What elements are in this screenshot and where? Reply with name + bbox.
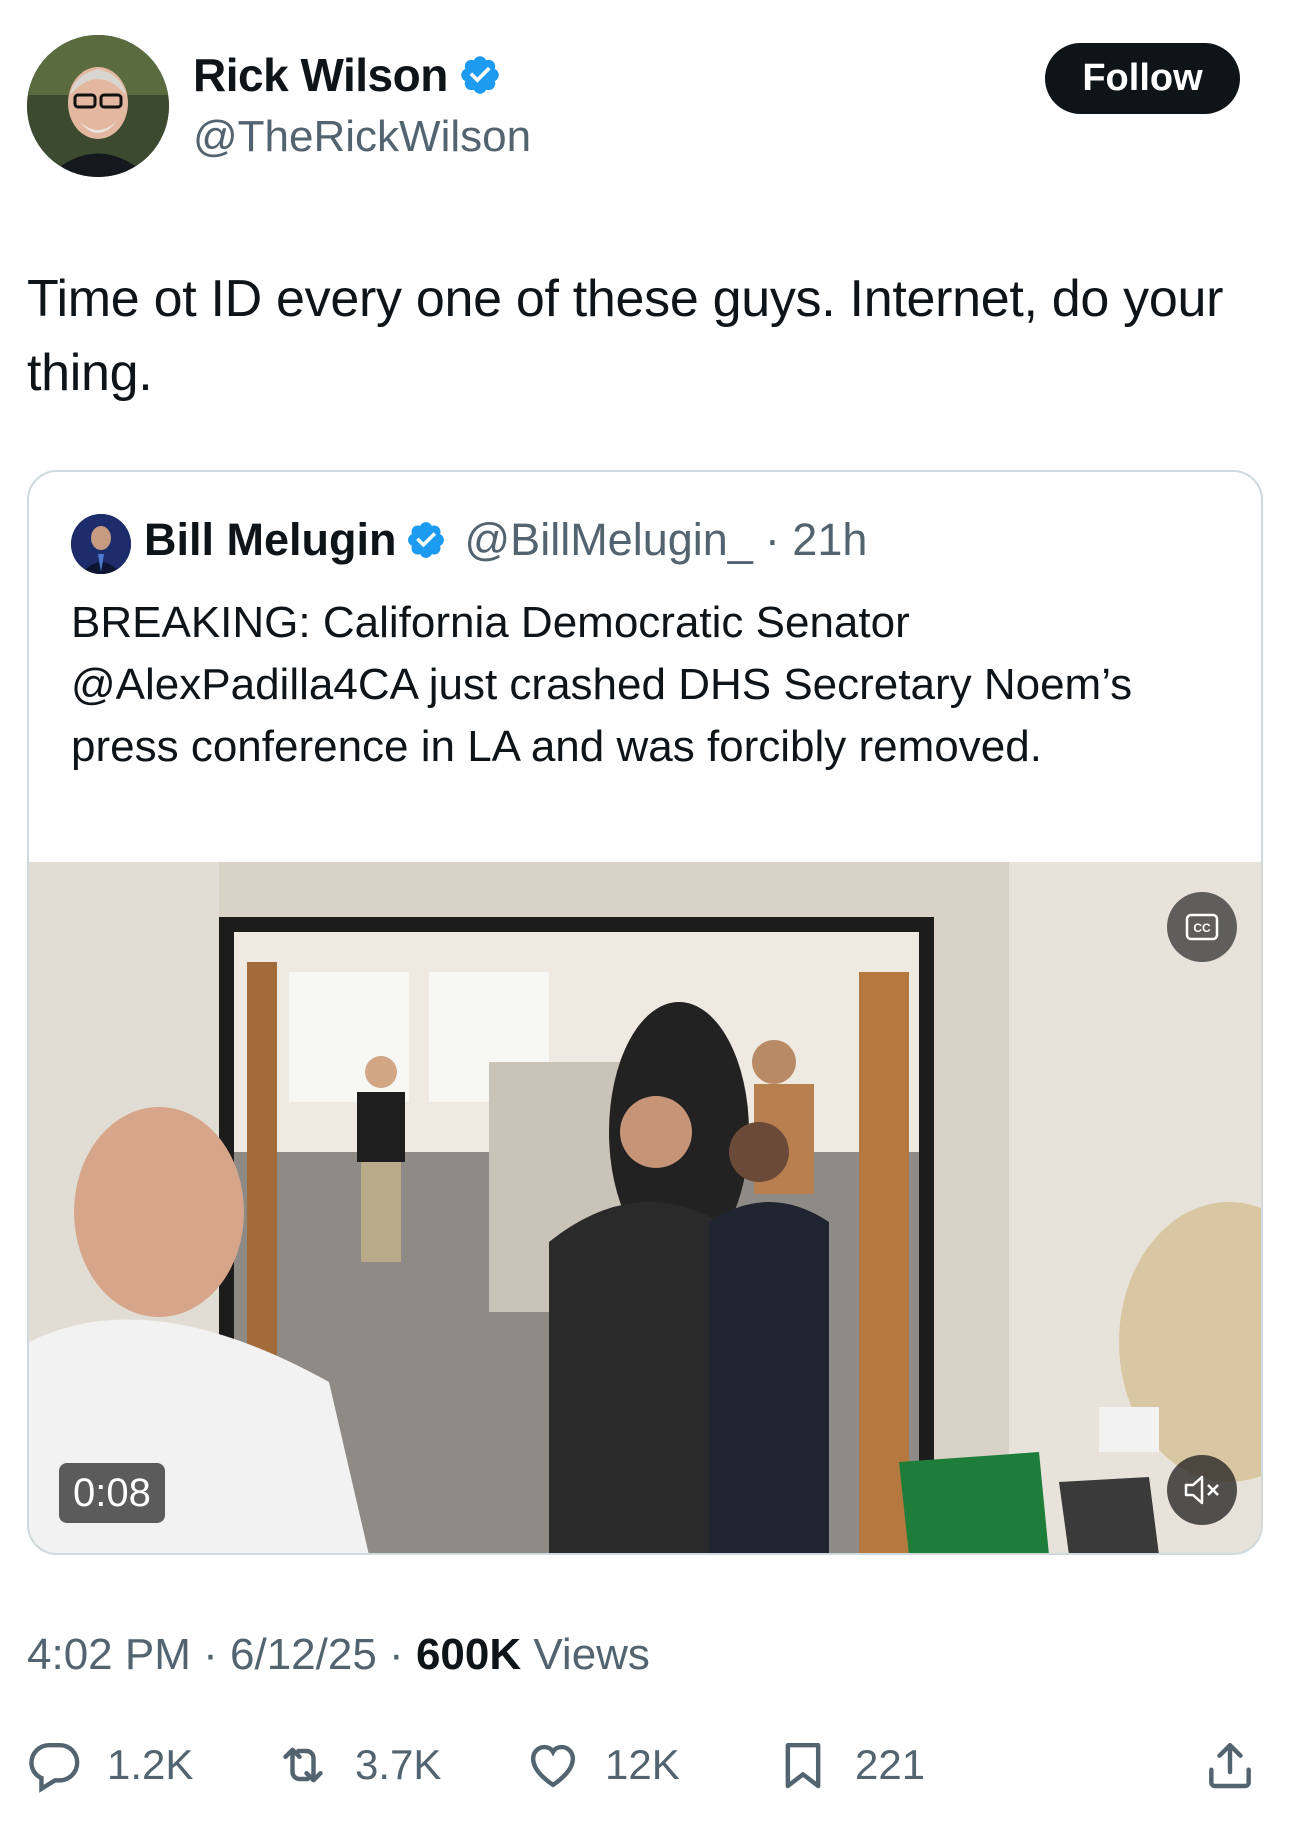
author-avatar[interactable] [27, 35, 169, 177]
quoted-tweet-card[interactable]: Bill Melugin @BillMelugin_ · 21h BREAKIN… [27, 470, 1263, 1555]
quoted-author-handle[interactable]: @BillMelugin_ [465, 514, 753, 566]
tweet-time[interactable]: 4:02 PM [27, 1630, 191, 1679]
reply-count: 1.2K [107, 1741, 194, 1788]
quoted-author-line[interactable]: Bill Melugin @BillMelugin_ · 21h [144, 514, 867, 566]
bookmark-icon [785, 1742, 821, 1789]
share-icon [1209, 1742, 1251, 1789]
reply-icon [29, 1742, 80, 1793]
tweet-date[interactable]: 6/12/25 [230, 1630, 377, 1679]
quoted-author-name[interactable]: Bill Melugin [144, 514, 397, 566]
closed-captions-button[interactable]: CC [1167, 892, 1237, 962]
author-handle[interactable]: @TheRickWilson [193, 112, 531, 162]
heart-icon [530, 1744, 576, 1788]
repost-button[interactable]: 3.7K [275, 1730, 441, 1800]
quoted-timestamp[interactable]: · 21h [765, 514, 868, 566]
repost-icon [283, 1747, 323, 1783]
reply-button[interactable]: 1.2K [27, 1730, 193, 1800]
mute-toggle-button[interactable] [1167, 1455, 1237, 1525]
tweet-text: Time ot ID every one of these guys. Inte… [27, 270, 1224, 402]
author-name[interactable]: Rick Wilson [193, 48, 502, 102]
follow-button[interactable]: Follow [1045, 43, 1240, 114]
video-player[interactable]: CC 0:08 [29, 862, 1261, 1553]
verified-badge-icon [405, 519, 447, 561]
muted-speaker-icon [1184, 1475, 1219, 1505]
closed-captions-icon: CC [1185, 913, 1219, 941]
like-count: 12K [605, 1741, 680, 1788]
author-name-text[interactable]: Rick Wilson [193, 48, 448, 102]
action-bar: 1.2K 3.7K 12K 221 [27, 1730, 1263, 1800]
svg-text:CC: CC [1193, 921, 1211, 935]
video-duration: 0:08 [59, 1463, 165, 1523]
verified-badge-icon [458, 53, 502, 97]
views-count: 600K [415, 1630, 522, 1679]
views-label: Views [533, 1630, 650, 1679]
video-frame [29, 862, 1261, 1553]
bookmark-count: 221 [855, 1741, 926, 1788]
quoted-author-avatar[interactable] [71, 514, 131, 574]
tweet-meta: 4:02 PM · 6/12/25 · 600K Views [27, 1630, 650, 1679]
like-button[interactable]: 12K [525, 1730, 680, 1800]
bookmark-button[interactable]: 221 [775, 1730, 925, 1800]
share-button[interactable] [1202, 1730, 1258, 1800]
repost-count: 3.7K [355, 1741, 442, 1788]
quoted-tweet-text: BREAKING: California Democratic Senator … [71, 598, 1133, 771]
